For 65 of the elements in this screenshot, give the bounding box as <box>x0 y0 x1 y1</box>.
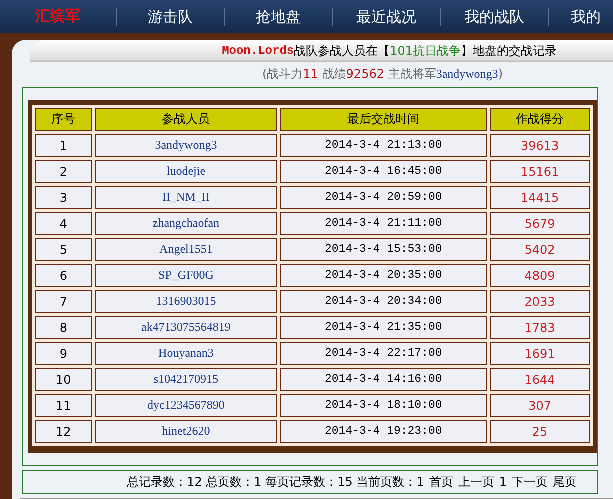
table-cell: 7 <box>35 290 92 313</box>
table-cell: 4 <box>35 212 92 235</box>
table-cell: 2014-3-4 18:10:00 <box>280 394 488 417</box>
table-cell: 6 <box>35 264 92 287</box>
table-cell: 2014-3-4 20:34:00 <box>280 290 488 313</box>
table-cell: 307 <box>490 394 590 417</box>
table-cell: 2014-3-4 15:53:00 <box>280 238 488 261</box>
table-cell: 1 <box>35 134 92 157</box>
page-title: Moon.Lords战队参战人员在【101抗日战争】地盘的交战记录 <box>30 40 613 62</box>
table-cell: 1644 <box>490 368 590 391</box>
table-cell: hinet2620 <box>95 420 278 443</box>
table-cell: 3andywong3 <box>95 134 278 157</box>
table-cell: 2033 <box>490 290 590 313</box>
table-cell: 4809 <box>490 264 590 287</box>
nav-tab[interactable]: 我的 <box>549 8 601 26</box>
table-cell: 12 <box>35 420 92 443</box>
column-header: 参战人员 <box>95 108 278 131</box>
table-cell: 2 <box>35 160 92 183</box>
table-cell: 1316903015 <box>95 290 278 313</box>
table-cell: s1042170915 <box>95 368 278 391</box>
table-cell: 5679 <box>490 212 590 235</box>
table-cell: SP_GF00G <box>95 264 278 287</box>
table-cell: 25 <box>490 420 590 443</box>
pager-link[interactable]: 尾页 <box>553 474 577 490</box>
table-cell: 39613 <box>490 134 590 157</box>
table-cell: 11 <box>35 394 92 417</box>
table-cell: 2014-3-4 20:35:00 <box>280 264 488 287</box>
table-cell: 2014-3-4 19:23:00 <box>280 420 488 443</box>
team-summary: (战斗力 11 战绩92562 主战将军3andywong3) <box>262 66 504 83</box>
column-header: 最后交战时间 <box>280 108 488 131</box>
table-cell: 2014-3-4 21:13:00 <box>280 134 488 157</box>
pager-link[interactable]: 首页 <box>429 474 454 490</box>
table-cell: 1691 <box>490 342 590 365</box>
nav-tab[interactable]: 我的战队 <box>441 8 549 26</box>
table-cell: Houyanan3 <box>95 342 278 365</box>
table-cell: 2014-3-4 16:45:00 <box>280 160 488 183</box>
table-cell: luodejie <box>95 160 278 183</box>
table-cell: 3 <box>35 186 92 209</box>
table-cell: zhangchaofan <box>95 212 278 235</box>
table-cell: 8 <box>35 316 92 339</box>
table-cell: ak4713075564819 <box>95 316 278 339</box>
table-cell: dyc1234567890 <box>95 394 278 417</box>
table-cell: 2014-3-4 20:59:00 <box>280 186 488 209</box>
table-cell: II_NM_II <box>95 186 278 209</box>
table-cell: 14415 <box>490 186 590 209</box>
nav-tab[interactable]: 抢地盘 <box>225 8 333 26</box>
nav-tab[interactable]: 最近战况 <box>333 8 441 26</box>
pager-link[interactable]: 上一页 <box>458 474 494 490</box>
column-header: 序号 <box>35 108 92 131</box>
table-cell: 2014-3-4 21:11:00 <box>280 212 488 235</box>
pager-link[interactable]: 下一页 <box>512 474 548 490</box>
table-cell: 10 <box>35 368 92 391</box>
table-cell: 9 <box>35 342 92 365</box>
table-cell: Angel1551 <box>95 238 278 261</box>
table-cell: 2014-3-4 21:35:00 <box>280 316 488 339</box>
column-header: 作战得分 <box>490 108 590 131</box>
table-cell: 5 <box>35 238 92 261</box>
table-cell: 2014-3-4 22:17:00 <box>280 342 488 365</box>
pager-link[interactable]: 1 <box>499 475 507 489</box>
table-cell: 2014-3-4 14:16:00 <box>280 368 488 391</box>
pager-stats: 总记录数：12 总页数：1 每页记录数：15 当前页数：1 <box>127 474 424 490</box>
nav-tab[interactable]: 游击队 <box>117 8 225 26</box>
table-cell: 1783 <box>490 316 590 339</box>
table-cell: 15161 <box>490 160 590 183</box>
table-cell: 5402 <box>490 238 590 261</box>
